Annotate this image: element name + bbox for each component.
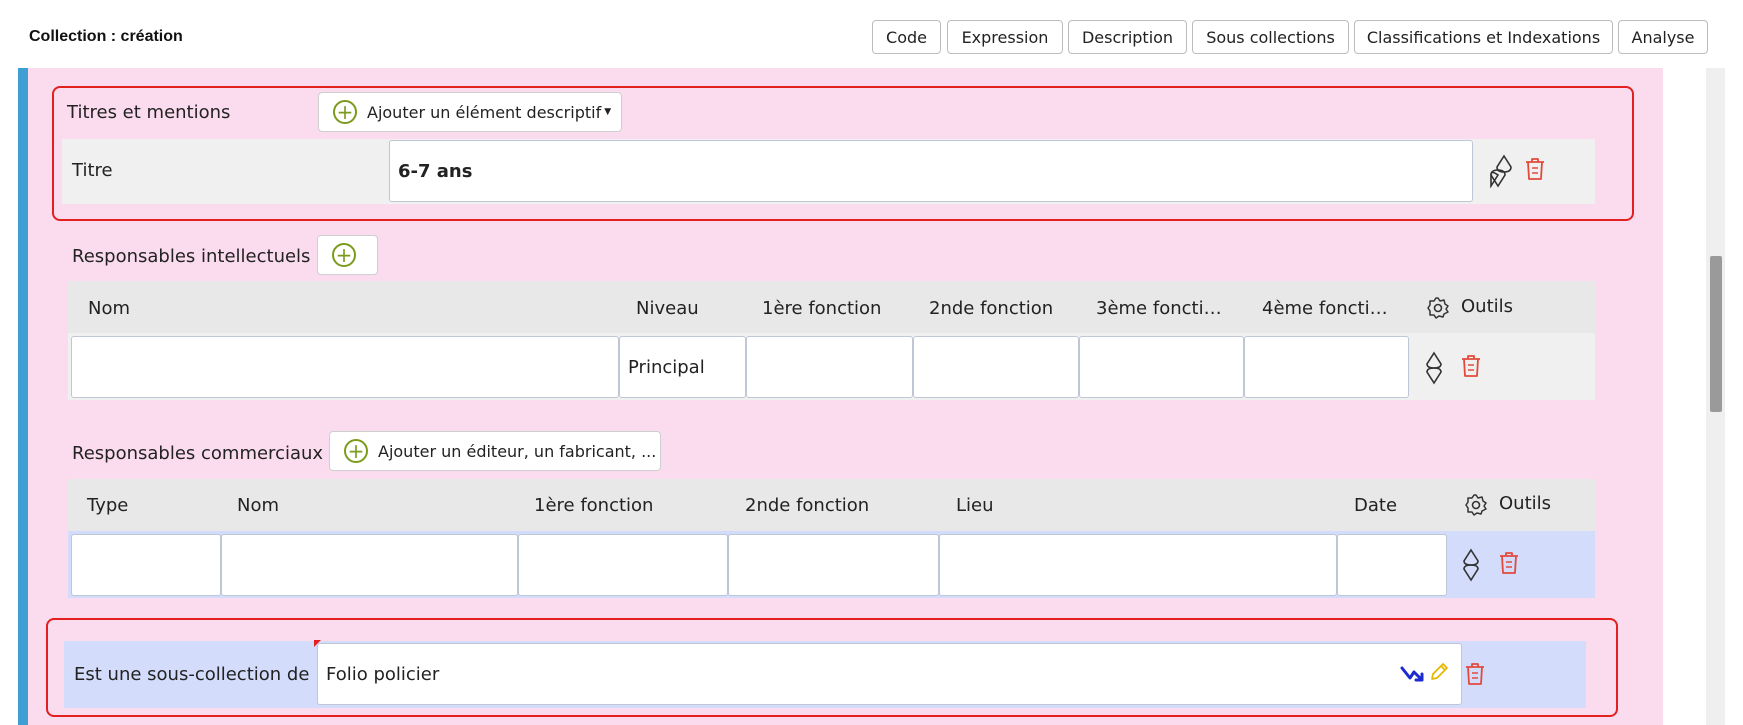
- plus-circle-icon: +: [333, 100, 357, 124]
- add-descriptive-element-button[interactable]: + Ajouter un élément descriptif ▼: [318, 92, 622, 132]
- col-nom: Nom: [237, 495, 280, 516]
- tab-classifications-indexations[interactable]: Classifications et Indexations: [1354, 20, 1613, 54]
- link-arrow-icon[interactable]: [1400, 662, 1426, 684]
- commercial-lieu-input[interactable]: [939, 534, 1337, 596]
- tab-description[interactable]: Description: [1068, 20, 1187, 54]
- move-updown-icon[interactable]: [1488, 154, 1514, 188]
- caret-down-icon: ▼: [604, 107, 612, 117]
- col-niveau: Niveau: [636, 298, 699, 319]
- add-editeur-button[interactable]: + Ajouter un éditeur, un fabricant, ...: [329, 431, 661, 471]
- trash-icon[interactable]: [1498, 551, 1520, 575]
- col-date: Date: [1354, 495, 1398, 516]
- titre-input[interactable]: 6-7 ans: [389, 140, 1473, 202]
- tab-expression[interactable]: Expression: [947, 20, 1063, 54]
- commercial-nom-input[interactable]: [221, 534, 518, 596]
- intellectuels-section-label: Responsables intellectuels: [72, 246, 311, 267]
- commercial-type-select[interactable]: [71, 534, 221, 596]
- add-intellectuel-button[interactable]: +: [317, 235, 378, 275]
- col-fonction-2: 2nde fonction: [929, 298, 1054, 319]
- intellectuel-fonction-2-input[interactable]: [913, 336, 1079, 398]
- tab-sous-collections[interactable]: Sous collections: [1192, 20, 1349, 54]
- col-outils: Outils: [1499, 493, 1552, 514]
- trash-icon[interactable]: [1464, 662, 1486, 686]
- commercial-fonction-1-input[interactable]: [518, 534, 728, 596]
- col-fonction-4: 4ème foncti…: [1262, 298, 1388, 319]
- col-outils: Outils: [1461, 296, 1514, 317]
- tab-analyse[interactable]: Analyse: [1618, 20, 1708, 54]
- intellectuel-nom-input[interactable]: [71, 336, 619, 398]
- trash-icon[interactable]: [1524, 157, 1546, 181]
- left-accent-bar: [18, 68, 28, 725]
- tab-code[interactable]: Code: [872, 20, 941, 54]
- gear-icon[interactable]: [1464, 493, 1488, 517]
- move-updown-icon[interactable]: [1424, 351, 1444, 385]
- col-fonction-2: 2nde fonction: [745, 495, 870, 516]
- col-nom: Nom: [88, 298, 131, 319]
- commerciaux-section-label: Responsables commerciaux: [72, 443, 324, 464]
- plus-circle-icon: +: [344, 439, 368, 463]
- trash-icon[interactable]: [1460, 354, 1482, 378]
- col-fonction-3: 3ème foncti…: [1096, 298, 1222, 319]
- sous-collection-label: Est une sous-collection de: [74, 664, 310, 685]
- commercial-date-input[interactable]: [1337, 534, 1447, 596]
- intellectuel-fonction-1-input[interactable]: [746, 336, 913, 398]
- add-descriptive-element-label: Ajouter un élément descriptif: [367, 102, 602, 122]
- titres-section-label: Titres et mentions: [67, 102, 231, 123]
- col-fonction-1: 1ère fonction: [762, 298, 882, 319]
- gear-icon[interactable]: [1426, 296, 1450, 320]
- scrollbar-thumb[interactable]: [1710, 256, 1722, 412]
- page-title: Collection : création: [29, 28, 183, 45]
- commercial-fonction-2-input[interactable]: [728, 534, 939, 596]
- intellectuel-niveau-select[interactable]: Principal: [619, 336, 746, 398]
- sous-collection-input[interactable]: Folio policier: [317, 643, 1462, 705]
- col-fonction-1: 1ère fonction: [534, 495, 654, 516]
- header-bar: Collection : création Code Expression De…: [0, 0, 1743, 68]
- plus-circle-icon: +: [332, 243, 356, 267]
- col-lieu: Lieu: [956, 495, 994, 516]
- intellectuel-fonction-3-input[interactable]: [1079, 336, 1244, 398]
- add-editeur-label: Ajouter un éditeur, un fabricant, ...: [378, 441, 657, 461]
- intellectuel-fonction-4-input[interactable]: [1244, 336, 1409, 398]
- move-updown-icon[interactable]: [1461, 548, 1481, 582]
- titre-label: Titre: [72, 160, 113, 181]
- pencil-icon[interactable]: [1428, 661, 1450, 683]
- col-type: Type: [87, 495, 129, 516]
